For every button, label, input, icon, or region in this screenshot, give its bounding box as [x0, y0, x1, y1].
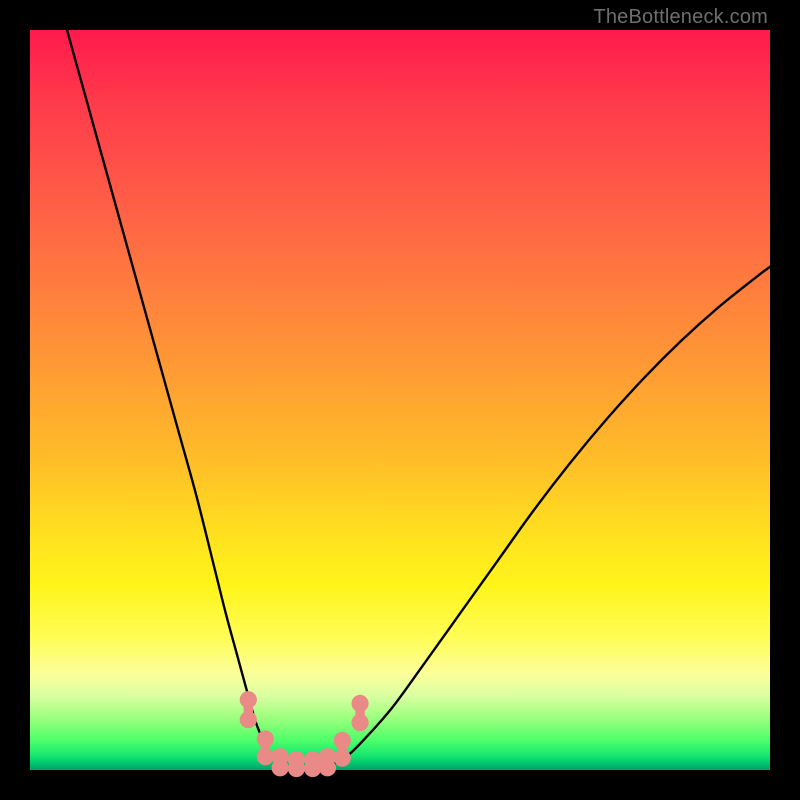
dumbbell-marker — [257, 730, 274, 765]
dumbbell-marker — [351, 695, 368, 731]
dumbbell-marker — [240, 691, 257, 728]
dumbbell-marker — [272, 748, 289, 776]
bottleneck-curve-path — [67, 30, 770, 767]
dumbbell-marker — [288, 751, 305, 777]
attribution-label: TheBottleneck.com — [593, 6, 768, 29]
plot-area — [30, 30, 770, 770]
dumbbell-markers — [240, 691, 369, 777]
chart-stage: TheBottleneck.com — [0, 0, 800, 800]
curve-layer — [30, 30, 770, 770]
dumbbell-marker — [319, 748, 336, 776]
bottleneck-curve — [67, 30, 770, 767]
dumbbell-marker — [304, 751, 321, 777]
dumbbell-marker — [334, 732, 351, 767]
